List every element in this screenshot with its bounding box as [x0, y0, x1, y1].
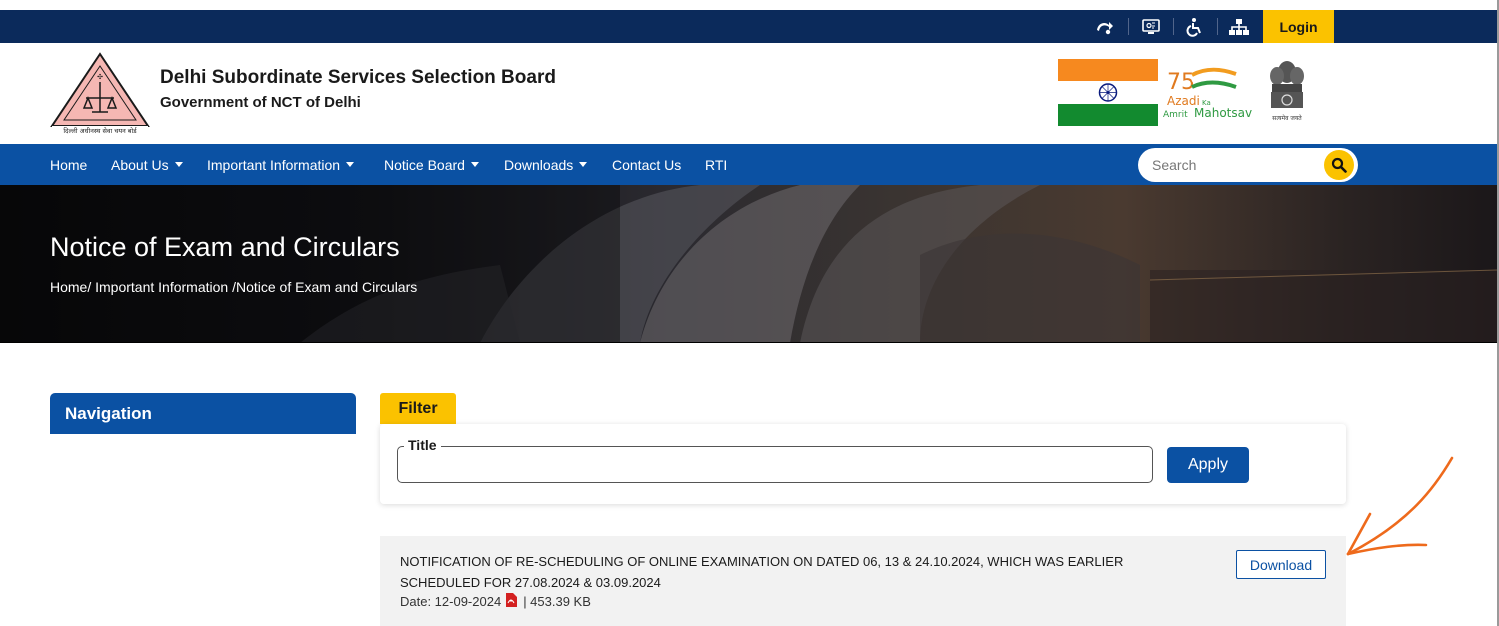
search-button[interactable] — [1324, 150, 1354, 180]
sitemap-icon[interactable] — [1217, 10, 1261, 43]
nav-label: Important Information — [207, 156, 341, 173]
annotation-arrow-icon — [1346, 456, 1454, 556]
screen-reader-icon[interactable] — [1129, 10, 1173, 43]
page: Login ✣ दिल्ली अधीनस्थ सेवा चयन बोर्ड De… — [0, 0, 1499, 626]
org-title: Delhi Subordinate Services Selection Boa… — [160, 67, 556, 88]
filter-tab[interactable]: Filter — [380, 393, 456, 424]
svg-text:75: 75 — [1167, 70, 1195, 95]
main-nav: Home About Us Important Information Noti… — [0, 144, 1497, 185]
title-input[interactable] — [408, 455, 1138, 475]
notice-meta: Date: 12-09-2024 | 453.39 KB — [400, 593, 591, 610]
nav-label: Contact Us — [612, 156, 682, 173]
azadi-ka-amrit-mahotsav-logo: 75 Azadi Ka Amrit Mahotsav — [1162, 65, 1256, 121]
nav-downloads[interactable]: Downloads — [504, 144, 588, 185]
lotus-temple-image — [0, 185, 1497, 343]
nav-home[interactable]: Home — [50, 144, 87, 185]
emblem-caption: सत्यमेव जयते — [1272, 114, 1302, 122]
download-button[interactable]: Download — [1236, 550, 1326, 579]
skip-to-content-icon[interactable] — [1083, 10, 1127, 43]
nav-rti[interactable]: RTI — [705, 144, 727, 185]
apply-button[interactable]: Apply — [1167, 447, 1249, 483]
national-emblem-image: सत्यमेव जयते — [1266, 58, 1308, 128]
notice-item: NOTIFICATION OF RE-SCHEDULING OF ONLINE … — [380, 536, 1346, 626]
dsssb-logo[interactable]: ✣ दिल्ली अधीनस्थ सेवा चयन बोर्ड — [50, 52, 150, 136]
filter-panel: Title Apply — [380, 424, 1346, 504]
notice-title: NOTIFICATION OF RE-SCHEDULING OF ONLINE … — [400, 554, 1124, 590]
svg-text:Mahotsav: Mahotsav — [1194, 106, 1252, 120]
nav-important-information[interactable]: Important Information — [207, 144, 355, 185]
nav-label: Notice Board — [384, 156, 465, 173]
sidebar-navigation-heading: Navigation — [50, 393, 356, 434]
nav-about-us[interactable]: About Us — [111, 144, 183, 185]
org-subtitle: Government of NCT of Delhi — [160, 94, 361, 111]
search-box — [1138, 148, 1358, 182]
site-header: ✣ दिल्ली अधीनस्थ सेवा चयन बोर्ड Delhi Su… — [0, 43, 1497, 144]
breadcrumb[interactable]: Home/ Important Information /Notice of E… — [50, 279, 417, 295]
search-input[interactable] — [1152, 155, 1317, 175]
accessibility-icon[interactable] — [1173, 10, 1217, 43]
chevron-down-icon — [346, 162, 355, 167]
chevron-down-icon — [470, 162, 479, 167]
pdf-icon — [505, 593, 518, 610]
utility-bar: Login — [0, 10, 1497, 43]
title-field-label: Title — [404, 437, 441, 453]
svg-text:✣: ✣ — [97, 73, 103, 81]
login-button[interactable]: Login — [1263, 10, 1334, 43]
india-flag-image — [1058, 59, 1158, 126]
nav-label: RTI — [705, 156, 728, 173]
logo-caption: दिल्ली अधीनस्थ सेवा चयन बोर्ड — [63, 127, 137, 135]
notice-date: Date: 12-09-2024 — [400, 594, 502, 609]
page-title: Notice of Exam and Circulars — [50, 232, 400, 262]
nav-label: Home — [50, 156, 88, 173]
chevron-down-icon — [174, 162, 183, 167]
search-icon — [1331, 157, 1347, 173]
nav-contact-us[interactable]: Contact Us — [612, 144, 681, 185]
nav-label: About Us — [111, 156, 169, 173]
notice-file-size: | 453.39 KB — [523, 594, 591, 609]
svg-text:Amrit: Amrit — [1163, 110, 1188, 120]
title-field[interactable] — [397, 446, 1153, 483]
nav-label: Downloads — [504, 156, 574, 173]
page-banner: Notice of Exam and Circulars Home/ Impor… — [0, 185, 1497, 343]
chevron-down-icon — [579, 162, 588, 167]
nav-notice-board[interactable]: Notice Board — [384, 144, 479, 185]
